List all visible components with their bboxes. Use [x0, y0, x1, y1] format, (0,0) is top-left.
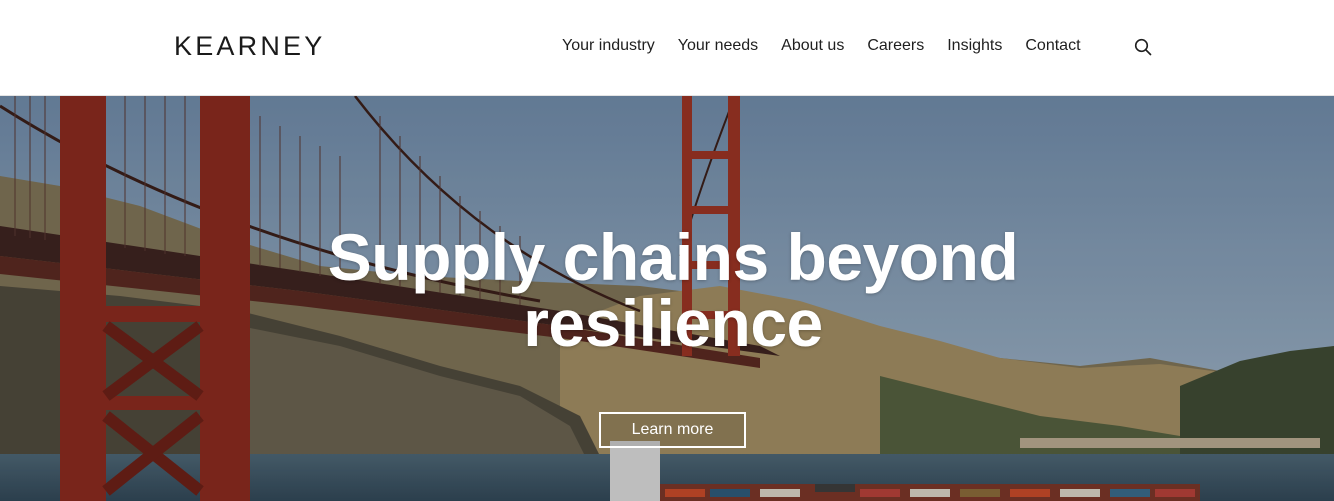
hero-headline: Supply chains beyond resilience [0, 224, 1334, 356]
nav-item-your-needs[interactable]: Your needs [678, 37, 758, 55]
hero-headline-line2: resilience [523, 286, 823, 360]
learn-more-label: Learn more [631, 421, 714, 438]
hero-banner: Supply chains beyond resilience Learn mo… [0, 96, 1334, 501]
nav-item-your-industry[interactable]: Your industry [562, 37, 655, 55]
main-nav: Your industry Your needs About us Career… [562, 37, 1104, 55]
nav-item-contact[interactable]: Contact [1025, 37, 1080, 55]
nav-item-insights[interactable]: Insights [947, 37, 1002, 55]
learn-more-button[interactable]: Learn more [599, 412, 746, 448]
nav-item-about-us[interactable]: About us [781, 37, 844, 55]
nav-item-careers[interactable]: Careers [867, 37, 924, 55]
search-icon[interactable] [1134, 38, 1152, 56]
site-header: KEARNEY Your industry Your needs About u… [0, 0, 1334, 96]
kearney-logo[interactable]: KEARNEY [174, 31, 325, 62]
hero-headline-line1: Supply chains beyond [327, 220, 1019, 294]
